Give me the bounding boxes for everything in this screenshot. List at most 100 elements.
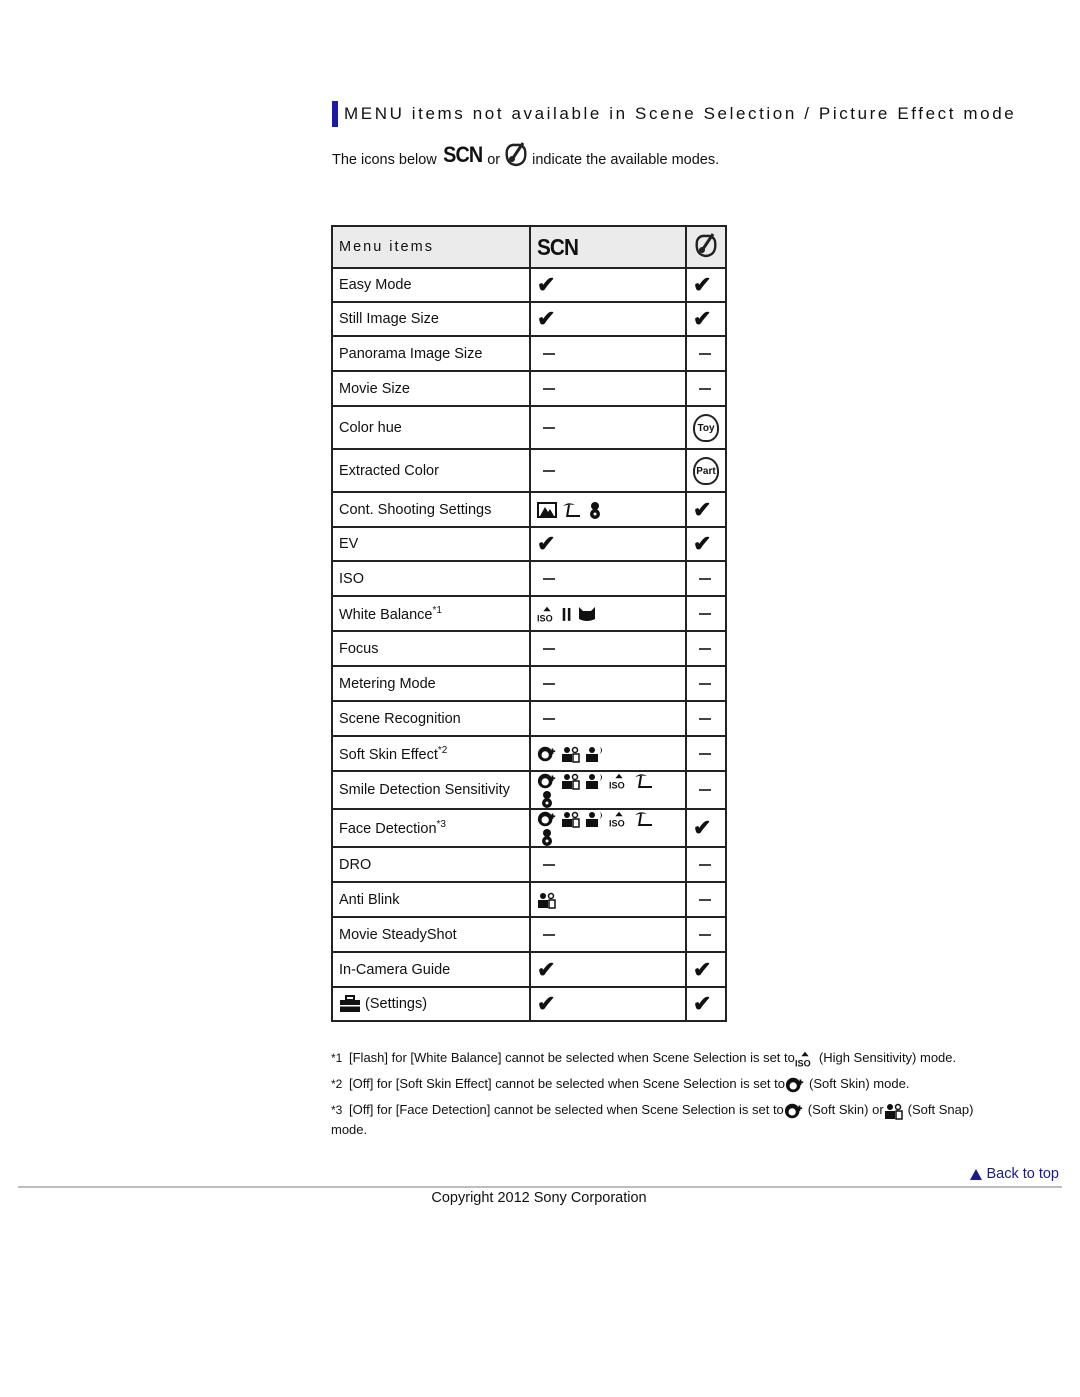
footnote-text: (High Sensitivity) mode. (818, 1050, 957, 1065)
svg-text:ISO: ISO (609, 780, 625, 790)
table-row: Movie SteadyShot (331, 916, 727, 953)
not-available-dash-icon (543, 577, 555, 580)
scn-availability-cell (529, 700, 687, 737)
not-available-dash-icon (699, 612, 711, 615)
soft-snap-icon (561, 745, 585, 763)
snow-icon (537, 791, 561, 808)
footnote-text: mode. (331, 1122, 368, 1137)
picture-effect-availability-cell: ✔ (685, 986, 727, 1022)
footnotes: *1 [Flash] for [White Balance] cannot be… (331, 1045, 1071, 1137)
menu-item-cell: Metering Mode (331, 665, 531, 702)
svg-text:ISO: ISO (609, 818, 625, 828)
menu-item-cell: Soft Skin Effect*2 (331, 735, 531, 772)
table-row: Extracted Color Part (331, 448, 727, 493)
scn-availability-cell (529, 405, 687, 450)
scn-availability-cell (529, 335, 687, 372)
menu-item-cell: ISO (331, 560, 531, 597)
svg-text:ISO: ISO (795, 1058, 811, 1068)
check-icon: ✔ (537, 306, 556, 331)
picture-effect-availability-cell: ✔ (685, 951, 727, 988)
night-portrait-icon (585, 773, 609, 789)
soft-snap-icon (561, 773, 585, 790)
landscape-icon (537, 501, 561, 518)
menu-item-label: Cont. Shooting Settings (339, 501, 492, 518)
snow-icon (537, 829, 561, 846)
picture-effect-icon (695, 233, 717, 258)
footnote-text: (Soft Skin) mode. (809, 1076, 910, 1091)
up-arrow-icon (970, 1168, 983, 1180)
menu-item-cell: Panorama Image Size (331, 335, 531, 372)
menu-item-cell: Movie Size (331, 370, 531, 407)
menu-item-cell: DRO (331, 846, 531, 883)
menu-availability-table: Menu items SCN Easy Mode ✔ ✔ Still Image … (331, 225, 727, 1022)
table-row: Panorama Image Size (331, 335, 727, 372)
menu-item-cell: Movie SteadyShot (331, 916, 531, 953)
menu-item-label: In-Camera Guide (339, 961, 451, 978)
not-available-dash-icon (543, 387, 555, 390)
menu-item-label: Movie SteadyShot (339, 926, 457, 943)
soft-skin-icon (537, 773, 561, 789)
picture-effect-icon (505, 142, 527, 167)
scn-availability-cell (529, 370, 687, 407)
scn-icon: SCN (537, 233, 579, 260)
table-row: White Balance*1 ISO (331, 595, 727, 632)
not-available-dash-icon (543, 469, 555, 472)
picture-effect-availability-cell: ✔ (685, 491, 727, 528)
scn-availability-cell (529, 491, 687, 528)
table-row: Easy Mode ✔ ✔ (331, 267, 727, 303)
scn-availability-cell (529, 735, 687, 772)
gourmet-icon (561, 605, 577, 621)
table-row: (Settings) ✔ ✔ (331, 986, 727, 1022)
picture-effect-availability-cell (685, 770, 727, 810)
picture-effect-availability-cell: ✔ (685, 808, 727, 848)
menu-item-label: EV (339, 536, 359, 552)
soft-skin-icon (784, 1097, 808, 1123)
picture-effect-availability-cell (685, 665, 727, 702)
picture-effect-availability-cell (685, 881, 727, 918)
toolbox-icon (339, 995, 365, 1012)
menu-item-cell: In-Camera Guide (331, 951, 531, 988)
picture-effect-availability-cell: ✔ (685, 526, 727, 562)
table-row: Scene Recognition (331, 700, 727, 737)
menu-item-cell: Smile Detection Sensitivity (331, 770, 531, 810)
menu-item-cell: Anti Blink (331, 881, 531, 918)
not-available-dash-icon (543, 426, 555, 429)
menu-item-label: DRO (339, 856, 372, 873)
picture-effect-availability-cell (685, 370, 727, 407)
picture-effect-availability-cell (685, 630, 727, 667)
check-icon: ✔ (537, 272, 556, 297)
menu-item-label: Soft Skin Effect (339, 746, 438, 763)
footnote-mark: *3 (331, 1103, 343, 1117)
picture-effect-availability-cell (685, 735, 727, 772)
footnote-text: [Off] for [Soft Skin Effect] cannot be s… (349, 1076, 785, 1091)
table-row: Soft Skin Effect*2 (331, 735, 727, 772)
picture-effect-availability-cell (685, 700, 727, 737)
menu-item-label: Movie Size (339, 380, 410, 397)
intro-prefix: The icons below (332, 152, 437, 168)
table-row: DRO (331, 846, 727, 883)
toy-effect-icon: Toy (693, 413, 719, 442)
not-available-dash-icon (699, 717, 711, 720)
back-to-top-link[interactable]: Back to top (970, 1166, 1059, 1182)
not-available-dash-icon (699, 577, 711, 580)
scn-icon: SCN (442, 142, 483, 167)
picture-effect-availability-cell: ✔ (685, 267, 727, 303)
table-row: Anti Blink (331, 881, 727, 918)
menu-item-label: White Balance (339, 606, 433, 623)
not-available-dash-icon (699, 752, 711, 755)
not-available-dash-icon (699, 682, 711, 685)
not-available-dash-icon (543, 933, 555, 936)
footnote-text: [Flash] for [White Balance] cannot be se… (349, 1050, 795, 1065)
beach-icon (633, 773, 657, 789)
table-row: Metering Mode (331, 665, 727, 702)
soft-snap-icon (884, 1097, 908, 1123)
check-icon: ✔ (693, 991, 712, 1016)
beach-icon (561, 501, 585, 517)
menu-item-cell: (Settings) (331, 986, 531, 1022)
menu-item-label: Easy Mode (339, 277, 412, 293)
menu-item-label: Still Image Size (339, 311, 439, 327)
footnote-mark: *2 (331, 1077, 343, 1091)
beach-icon (633, 811, 657, 827)
soft-skin-icon (537, 745, 561, 761)
footnote: *3 [Off] for [Face Detection] cannot be … (331, 1097, 1071, 1123)
